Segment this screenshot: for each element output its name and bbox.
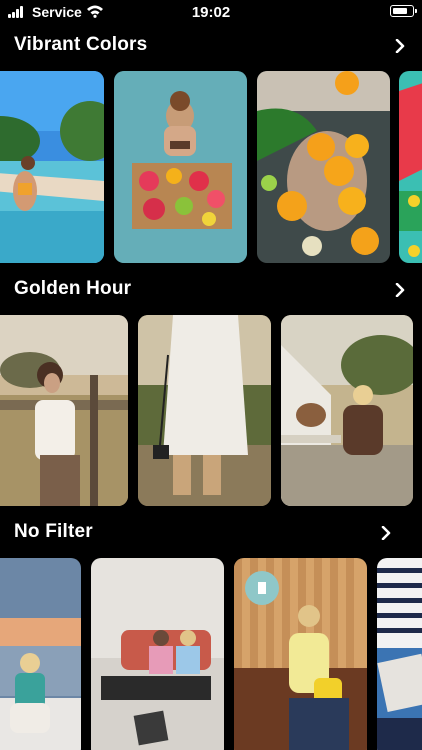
pool-floating-tray-photo[interactable] <box>114 71 247 263</box>
battery-icon <box>390 5 417 17</box>
chevron-right-icon[interactable] <box>394 39 406 53</box>
clock: 19:02 <box>191 4 231 21</box>
striped-shirt-photo[interactable] <box>377 558 422 750</box>
no-filter-photo-row[interactable] <box>0 558 422 750</box>
watermelon-photo[interactable] <box>399 71 422 263</box>
white-dress-camera-photo[interactable] <box>138 315 271 506</box>
chevron-right-icon[interactable] <box>380 526 392 540</box>
bedroom-friends-photo[interactable] <box>91 558 224 750</box>
section-title-golden-hour: Golden Hour <box>14 278 132 299</box>
goat-fence-photo[interactable] <box>281 315 413 506</box>
pool-swimsuit-photo[interactable] <box>0 71 104 263</box>
section-title-vibrant-colors: Vibrant Colors <box>14 34 148 55</box>
vibrant-colors-photo-row[interactable] <box>0 71 422 263</box>
status-bar: Service 19:02 <box>0 0 422 24</box>
section-title-no-filter: No Filter <box>14 521 93 542</box>
field-fence-portrait-photo[interactable] <box>0 315 128 506</box>
citrus-bath-photo[interactable] <box>257 71 390 263</box>
golden-hour-photo-row[interactable] <box>0 315 422 506</box>
sunset-boat-photo[interactable] <box>0 558 81 750</box>
chevron-right-icon[interactable] <box>394 283 406 297</box>
cafe-bench-photo[interactable] <box>234 558 367 750</box>
